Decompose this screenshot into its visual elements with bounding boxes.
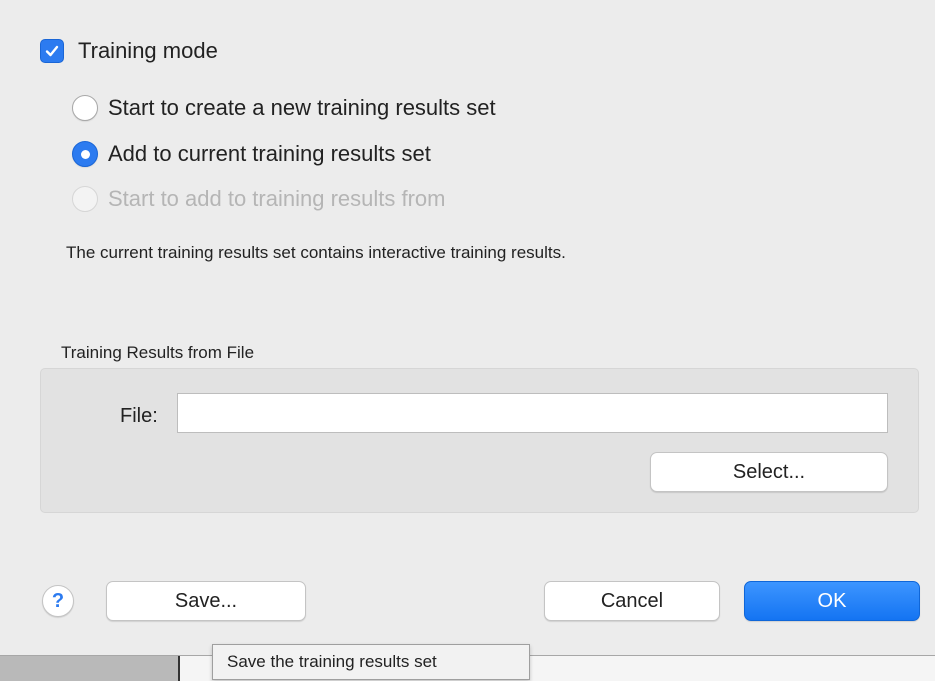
cancel-button[interactable]: Cancel — [544, 581, 720, 621]
training-mode-label: Training mode — [78, 38, 218, 63]
radio-label: Start to create a new training results s… — [108, 95, 496, 120]
radio-add-current[interactable]: Add to current training results set — [72, 141, 431, 167]
radio-button — [72, 186, 98, 212]
file-label: File: — [120, 405, 158, 427]
save-button[interactable]: Save... — [106, 581, 306, 621]
radio-label: Start to add to training results from — [108, 186, 446, 211]
select-button[interactable]: Select... — [650, 452, 888, 492]
save-tooltip: Save the training results set — [212, 644, 530, 680]
radio-create-new[interactable]: Start to create a new training results s… — [72, 95, 496, 121]
radio-button[interactable] — [72, 95, 98, 121]
help-button[interactable]: ? — [42, 585, 74, 617]
training-dialog: Training mode Start to create a new trai… — [0, 0, 935, 655]
file-group-title: Training Results from File — [61, 343, 255, 362]
radio-button[interactable] — [72, 141, 98, 167]
training-mode-checkbox-row[interactable]: Training mode — [40, 38, 218, 64]
info-text: The current training results set contain… — [66, 243, 566, 262]
ok-button[interactable]: OK — [744, 581, 920, 621]
checkmark-icon — [45, 45, 59, 57]
radio-label: Add to current training results set — [108, 141, 431, 166]
file-input[interactable] — [177, 393, 888, 433]
radio-add-from: Start to add to training results from — [72, 186, 446, 212]
training-mode-checkbox[interactable] — [40, 39, 64, 63]
